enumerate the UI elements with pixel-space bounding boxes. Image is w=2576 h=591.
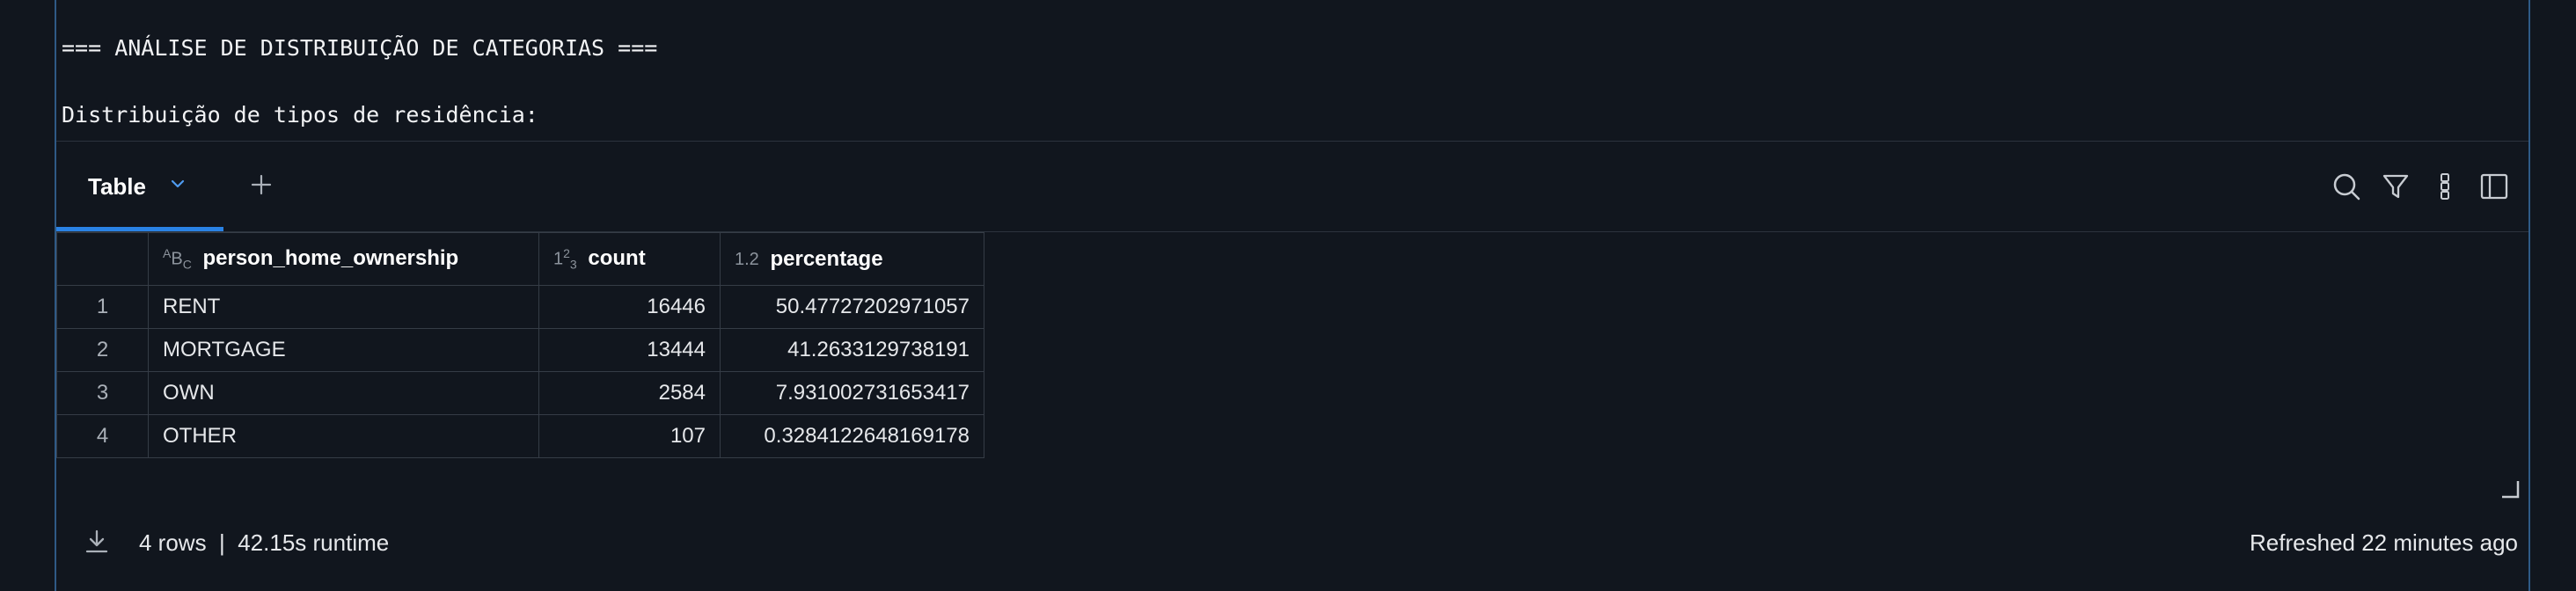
table-header-row: ABC person_home_ownership 123 count 1.2 … [56,232,984,286]
row-index: 2 [56,328,149,372]
cell-person-home-ownership[interactable]: OWN [148,371,539,415]
output-subheading: Distribuição de tipos de residência: [62,102,538,128]
cell-count[interactable]: 16446 [538,285,721,329]
cell-percentage[interactable]: 50.47727202971057 [720,285,984,329]
cell-count[interactable]: 13444 [538,328,721,372]
row-index-header [56,232,149,286]
string-type-icon: ABC [163,246,192,272]
row-index: 3 [56,371,149,415]
column-header-label: count [588,246,646,270]
result-footer: 4 rows | 42.15s runtime Refreshed 22 min… [56,519,2528,572]
cell-person-home-ownership[interactable]: RENT [148,285,539,329]
search-icon[interactable] [2331,171,2361,201]
sidebar-panel-icon[interactable] [2479,171,2509,201]
more-vertical-icon[interactable] [2430,171,2460,201]
row-count-runtime: 4 rows | 42.15s runtime [139,529,390,556]
cell-count[interactable]: 2584 [538,371,721,415]
refreshed-status: Refreshed 22 minutes ago [2250,529,2518,556]
output-heading: === ANÁLISE DE DISTRIBUIÇÃO DE CATEGORIA… [62,35,658,61]
tab-table[interactable]: Table [56,142,223,231]
column-header-label: percentage [770,246,883,271]
column-header-label: person_home_ownership [202,246,459,270]
table-row[interactable]: 1 RENT 16446 50.47727202971057 [56,285,984,329]
plus-icon[interactable] [248,171,274,198]
download-icon[interactable] [83,528,111,556]
filter-icon[interactable] [2381,171,2411,201]
column-header-count[interactable]: 123 count [538,232,721,286]
cell-percentage[interactable]: 7.931002731653417 [720,371,984,415]
resize-handle-icon[interactable] [2500,479,2520,499]
cell-percentage[interactable]: 41.2633129738191 [720,328,984,372]
decimal-type-icon: 1.2 [735,249,759,269]
row-index: 4 [56,414,149,458]
row-index: 1 [56,285,149,329]
table-row[interactable]: 3 OWN 2584 7.931002731653417 [56,371,984,415]
column-header-percentage[interactable]: 1.2 percentage [720,232,984,286]
notebook-page: === ANÁLISE DE DISTRIBUIÇÃO DE CATEGORIA… [0,0,2576,591]
cell-person-home-ownership[interactable]: OTHER [148,414,539,458]
integer-type-icon: 123 [553,246,577,272]
tab-table-label: Table [88,173,146,200]
table-row[interactable]: 2 MORTGAGE 13444 41.2633129738191 [56,328,984,372]
cell-person-home-ownership[interactable]: MORTGAGE [148,328,539,372]
cell-count[interactable]: 107 [538,414,721,458]
result-tabbar: Table [56,141,2528,232]
cell-percentage[interactable]: 0.3284122648169178 [720,414,984,458]
chevron-down-icon[interactable] [167,173,188,194]
table-row[interactable]: 4 OTHER 107 0.3284122648169178 [56,414,984,458]
results-table: ABC person_home_ownership 123 count 1.2 … [56,232,984,458]
column-header-person-home-ownership[interactable]: ABC person_home_ownership [148,232,539,286]
